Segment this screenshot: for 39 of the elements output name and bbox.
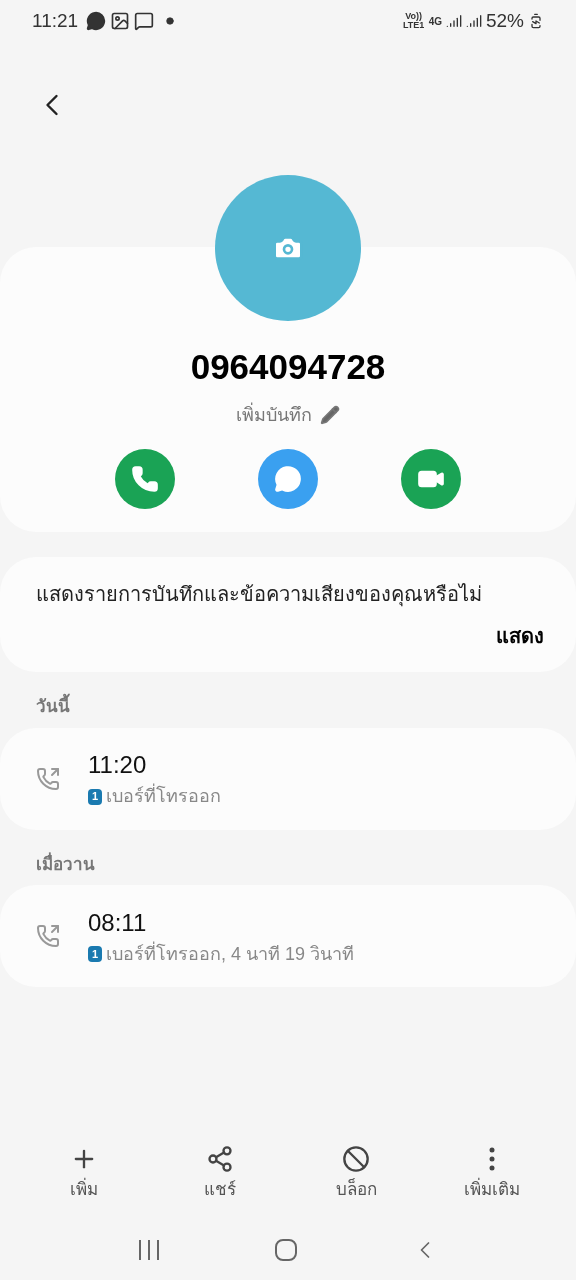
call-detail: เบอร์ที่โทรออก: [106, 783, 221, 810]
toolbar-button[interactable]: เพิ่ม: [29, 1144, 139, 1202]
call-detail: เบอร์ที่โทรออก, 4 นาที 19 วินาที: [106, 940, 355, 966]
share-icon: [206, 1144, 234, 1173]
call-log-item[interactable]: 11:20 1 เบอร์ที่โทรออก: [0, 727, 576, 830]
sim-badge: 1: [88, 788, 102, 805]
battery-icon: [528, 13, 544, 29]
status-time: 11:21: [32, 8, 79, 33]
date-heading: เมื่อวาน: [35, 851, 96, 876]
add-note-button[interactable]: เพิ่มบันทึก: [236, 401, 340, 429]
prompt-text: แสดงรายการบันทึกและข้อความเสียงของคุณหรือไม่: [36, 582, 483, 609]
messenger-icon: [134, 11, 155, 31]
phone-icon: [131, 464, 160, 493]
date-heading: วันนี้: [0, 672, 576, 728]
signal-icon: [465, 13, 482, 29]
chat-icon: [86, 11, 107, 31]
sim-badge: 1: [88, 946, 102, 962]
phone-number: 0964094728: [190, 346, 386, 388]
toolbar-button[interactable]: แชร์: [165, 1144, 275, 1202]
toolbar-button[interactable]: เพิ่มเติม: [437, 1144, 547, 1202]
outgoing-call-icon: [36, 766, 60, 791]
network-label: Vo)) LTE1: [402, 12, 425, 30]
dot-icon: [166, 17, 175, 25]
toolbar-button[interactable]: บล็อก: [301, 1144, 411, 1202]
outgoing-call-icon: [36, 924, 60, 948]
call-time: 11:20: [88, 750, 148, 780]
more-icon: [489, 1146, 495, 1171]
home-icon[interactable]: [274, 1238, 298, 1262]
message-icon: [274, 464, 302, 493]
block-icon: [342, 1144, 370, 1173]
gallery-icon: [110, 11, 131, 31]
data-label: 4G: [428, 14, 442, 29]
battery-percent: 52%: [485, 8, 524, 33]
pencil-icon: [320, 405, 340, 425]
call-log-item[interactable]: 08:11 1 เบอร์ที่โทรออก, 4 นาที 19 วินาที: [0, 885, 576, 987]
recent-apps-icon[interactable]: [136, 1239, 161, 1261]
signal-icon: [445, 13, 462, 29]
show-button[interactable]: แสดง: [496, 621, 544, 651]
call-time: 08:11: [88, 907, 148, 938]
